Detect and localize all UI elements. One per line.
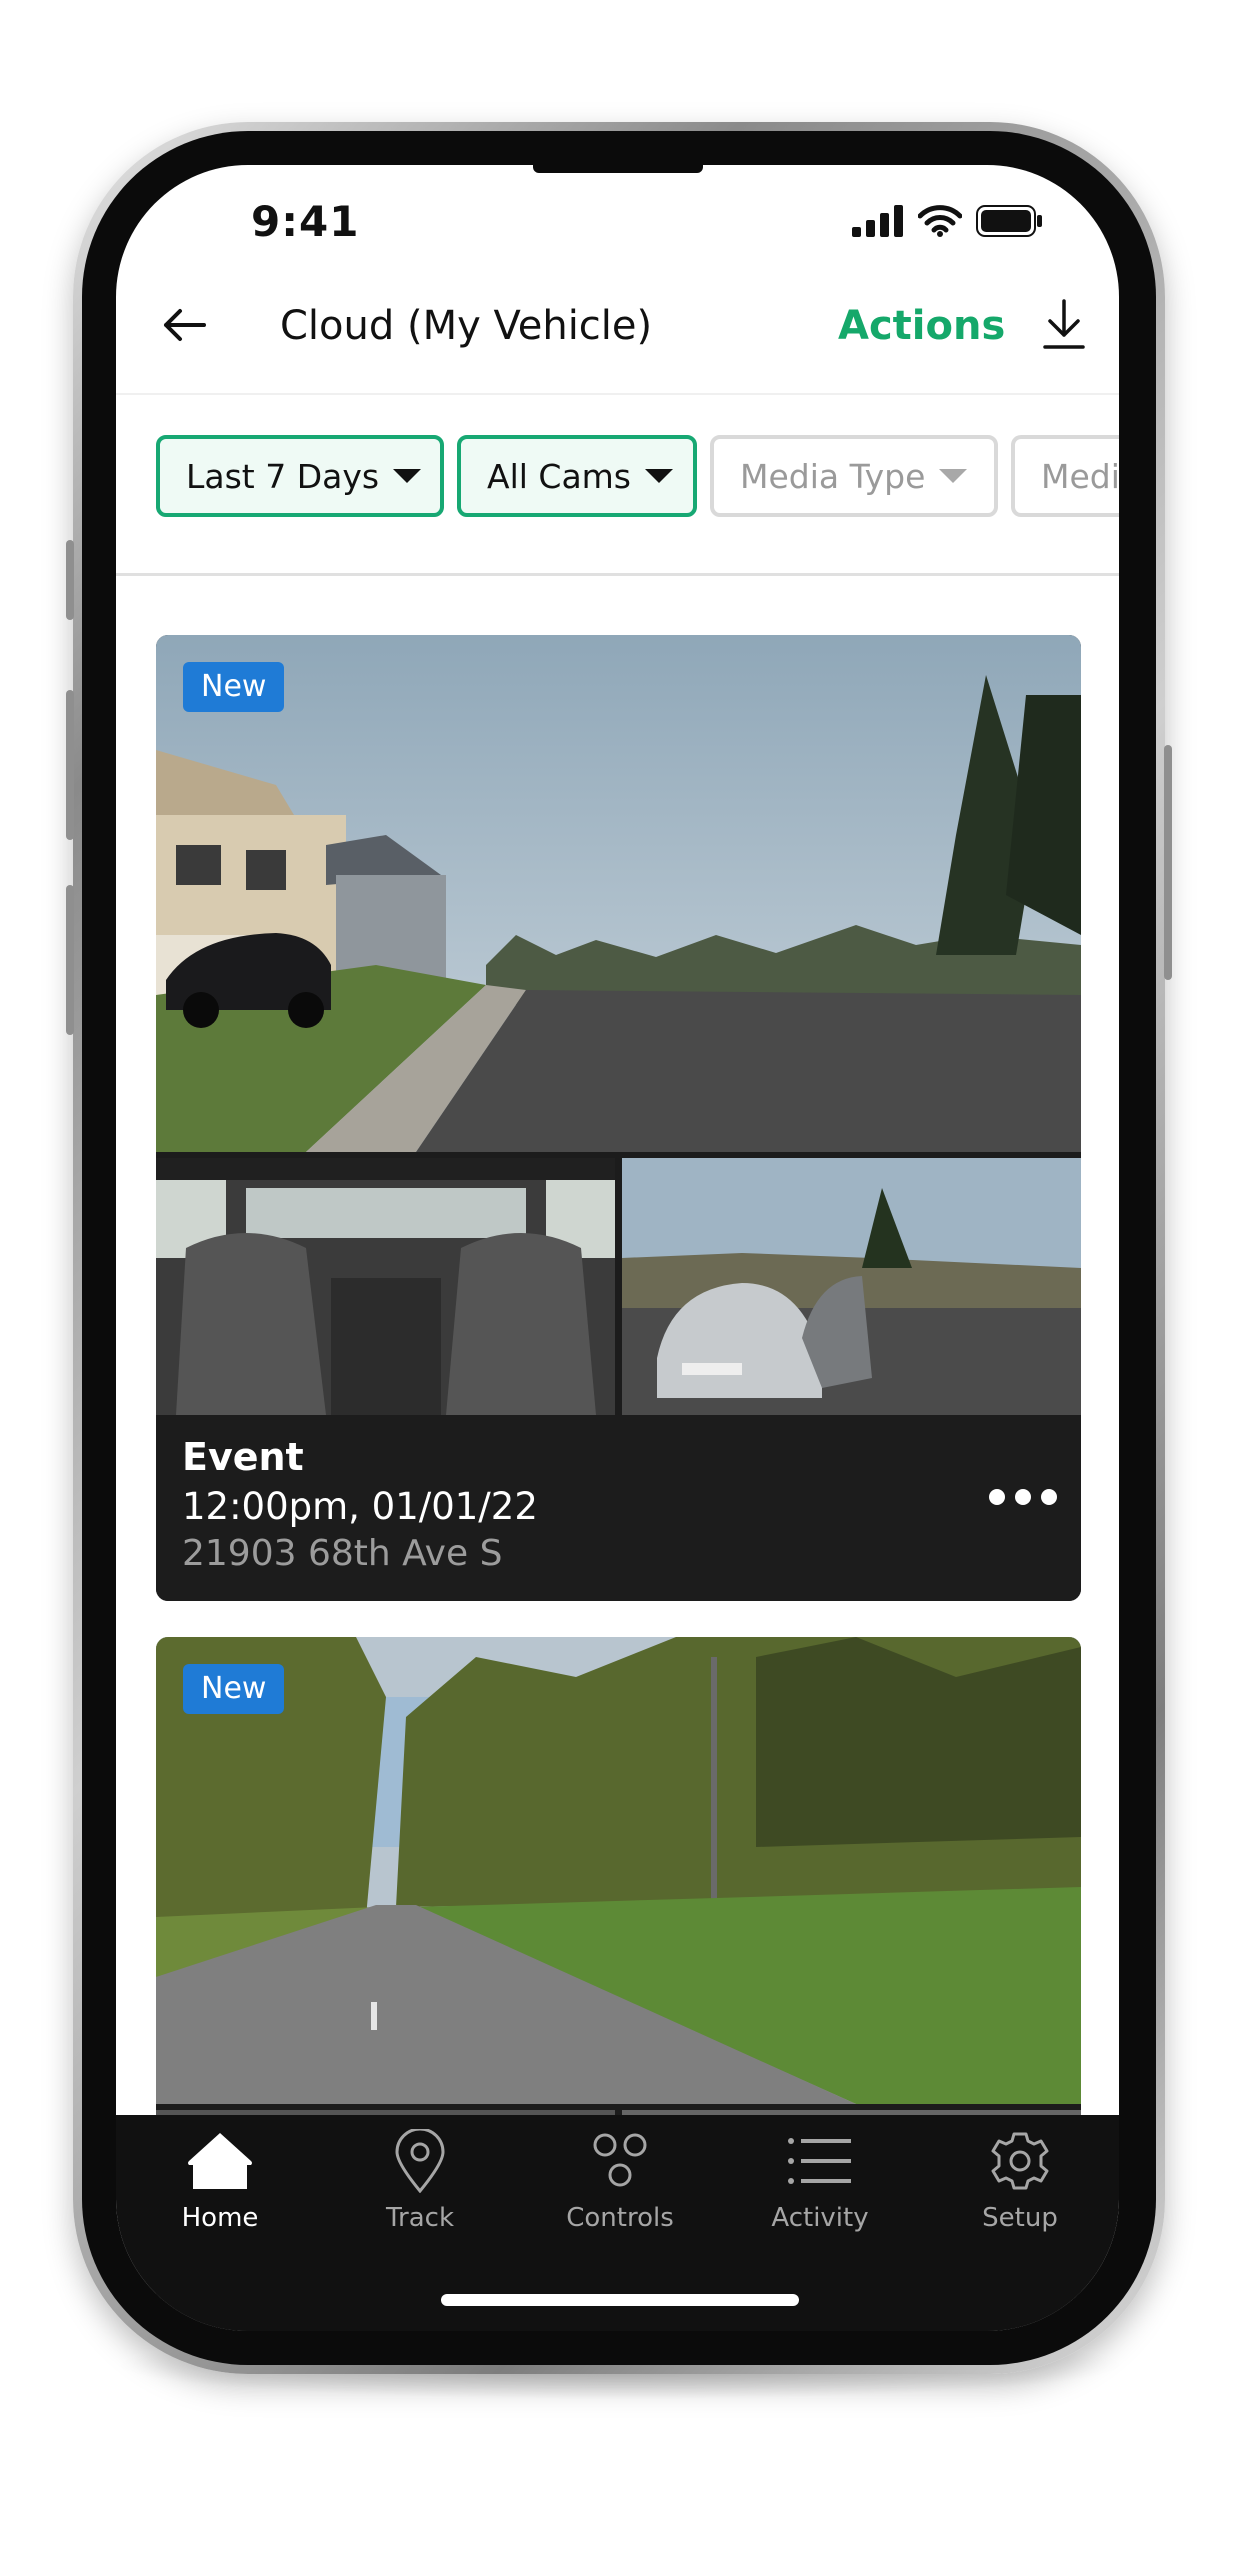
event-address: 21903 68th Ave S bbox=[182, 1533, 503, 1574]
download-button[interactable] bbox=[1034, 293, 1094, 357]
new-badge: New bbox=[183, 662, 285, 712]
tab-setup[interactable]: Setup bbox=[930, 2129, 1110, 2259]
back-arrow-icon bbox=[164, 309, 206, 341]
front-camera-image bbox=[156, 635, 1081, 1152]
filter-date-range[interactable]: Last 7 Days bbox=[156, 435, 444, 517]
tab-label: Controls bbox=[566, 2203, 674, 2233]
location-pin-icon bbox=[395, 2129, 445, 2193]
wifi-icon bbox=[918, 205, 962, 237]
volume-down-button bbox=[66, 885, 74, 1035]
more-dot-icon bbox=[1041, 1489, 1057, 1505]
filter-media-type[interactable]: Media Type bbox=[710, 435, 998, 517]
app-header: Cloud (My Vehicle) Actions bbox=[116, 265, 1119, 395]
caret-down-icon bbox=[939, 469, 968, 483]
side-button bbox=[66, 540, 74, 620]
home-indicator[interactable] bbox=[441, 2294, 799, 2306]
event-title: Event bbox=[182, 1435, 304, 1479]
rear-camera-thumbnail[interactable] bbox=[622, 1158, 1081, 1415]
tab-label: Home bbox=[181, 2203, 259, 2233]
more-dot-icon bbox=[989, 1489, 1005, 1505]
page-title: Cloud (My Vehicle) bbox=[280, 303, 653, 349]
event-info: Event 12:00pm, 01/01/22 21903 68th Ave S bbox=[156, 1415, 1081, 1601]
volume-up-button bbox=[66, 690, 74, 840]
filter-bar: Last 7 Days All Cams Media Type Media bbox=[116, 393, 1119, 576]
actions-button[interactable]: Actions bbox=[838, 303, 1005, 349]
list-icon bbox=[788, 2138, 851, 2184]
caret-down-icon bbox=[393, 469, 422, 483]
filter-label: Media bbox=[1041, 456, 1119, 496]
cellular-signal-icon bbox=[852, 205, 903, 237]
new-badge: New bbox=[183, 1664, 285, 1714]
event-card[interactable]: New bbox=[156, 635, 1081, 1601]
filter-label: Media Type bbox=[740, 456, 926, 496]
tab-home[interactable]: Home bbox=[130, 2129, 310, 2259]
status-time: 9:41 bbox=[251, 197, 360, 246]
more-options-button[interactable] bbox=[989, 1489, 1057, 1505]
filter-label: All Cams bbox=[487, 456, 632, 496]
more-dot-icon bbox=[1015, 1489, 1031, 1505]
rear-camera-image bbox=[622, 1158, 1081, 1415]
download-icon bbox=[1043, 299, 1085, 349]
controls-icon bbox=[593, 2133, 647, 2187]
front-camera-image bbox=[156, 1637, 1081, 2104]
filter-media[interactable]: Media bbox=[1011, 435, 1119, 517]
filter-label: Last 7 Days bbox=[186, 456, 380, 496]
status-bar: 9:41 bbox=[116, 165, 1119, 265]
gear-icon bbox=[991, 2132, 1049, 2190]
tab-label: Setup bbox=[982, 2203, 1058, 2233]
tab-track[interactable]: Track bbox=[330, 2129, 510, 2259]
event-timestamp: 12:00pm, 01/01/22 bbox=[182, 1485, 538, 1528]
tab-label: Activity bbox=[771, 2203, 869, 2233]
home-icon bbox=[188, 2133, 252, 2189]
power-button bbox=[1164, 745, 1172, 980]
back-button[interactable] bbox=[154, 295, 214, 355]
bottom-tab-bar: Home Track Controls Activity Setup bbox=[116, 2115, 1119, 2331]
tab-label: Track bbox=[385, 2203, 455, 2233]
filter-cameras[interactable]: All Cams bbox=[457, 435, 697, 517]
tab-controls[interactable]: Controls bbox=[530, 2129, 710, 2259]
tab-activity[interactable]: Activity bbox=[730, 2129, 910, 2259]
cabin-camera-image bbox=[156, 1158, 615, 1415]
battery-icon bbox=[976, 205, 1042, 237]
cabin-camera-thumbnail[interactable] bbox=[156, 1158, 615, 1415]
caret-down-icon bbox=[645, 469, 674, 483]
status-icons bbox=[852, 205, 1044, 237]
phone-screen: 9:41 Cloud (My Vehicle) Actions Last 7 D… bbox=[116, 165, 1119, 2331]
